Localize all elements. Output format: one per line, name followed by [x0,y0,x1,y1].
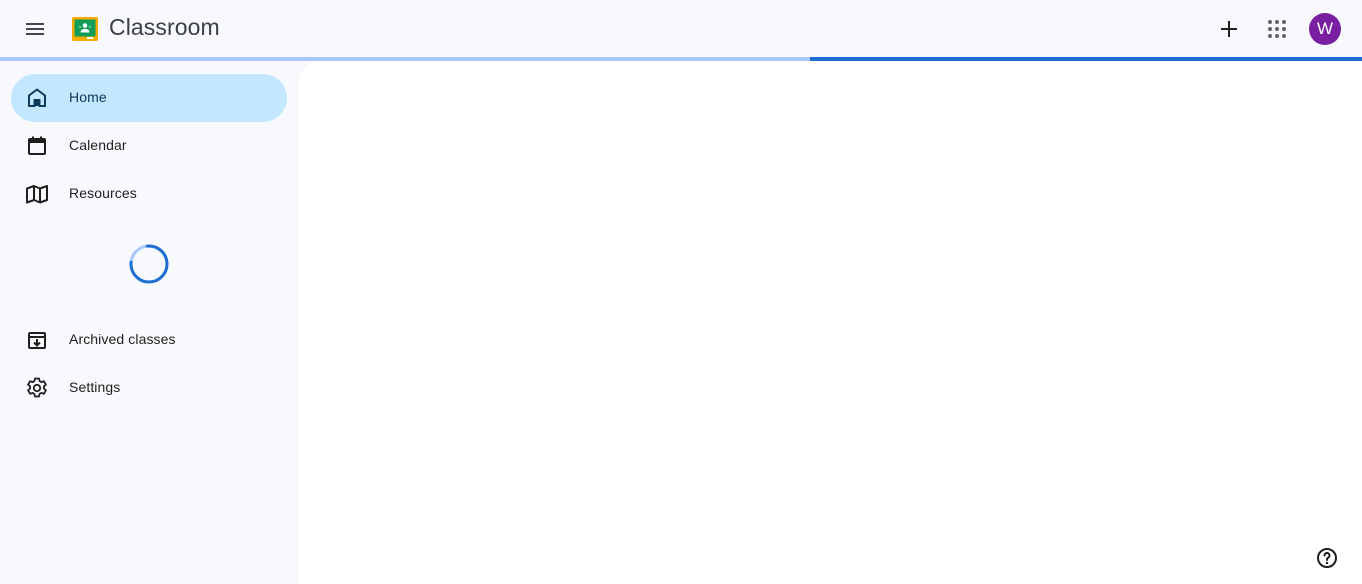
sidebar-item-label: Resources [69,185,137,201]
account-avatar[interactable]: W [1309,13,1341,45]
plus-icon [1221,21,1237,37]
resources-book-icon [25,182,49,206]
calendar-icon [25,134,49,158]
apps-grid-icon [1268,20,1286,38]
navigation-drawer: Home Calendar Resources Archived classes… [0,61,299,584]
help-icon [1317,548,1337,568]
sidebar-item-label: Home [69,89,107,105]
hamburger-menu-icon [26,23,44,35]
sidebar-item-settings[interactable]: Settings [11,364,287,412]
home-icon [25,86,49,110]
sidebar-item-home[interactable]: Home [11,74,287,122]
archive-icon [25,328,49,352]
main-menu-button[interactable] [15,9,55,49]
help-button[interactable] [1307,538,1347,578]
loading-spinner [129,244,169,284]
sidebar-item-label: Calendar [69,137,127,153]
sidebar-item-resources[interactable]: Resources [11,170,287,218]
sidebar-item-archived-classes[interactable]: Archived classes [11,316,287,364]
app-title[interactable]: Classroom [109,14,220,41]
sidebar-item-label: Settings [69,379,121,395]
gear-icon [25,376,49,400]
google-apps-button[interactable] [1257,9,1297,49]
main-content-area [299,61,1362,584]
create-or-join-class-button[interactable] [1209,9,1249,49]
sidebar-item-calendar[interactable]: Calendar [11,122,287,170]
sidebar-item-label: Archived classes [69,331,176,347]
google-classroom-logo[interactable] [72,17,98,41]
avatar-initial: W [1316,19,1334,38]
top-app-bar: Classroom W [0,0,1362,57]
